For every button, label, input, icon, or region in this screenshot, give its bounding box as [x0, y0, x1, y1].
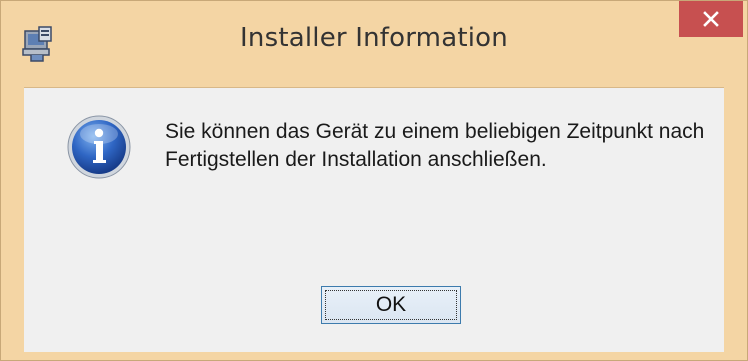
- message-line-1: Sie können das Gerät zu einem beliebigen…: [165, 120, 705, 143]
- title-bar[interactable]: Installer Information: [1, 1, 747, 87]
- close-icon: [703, 11, 719, 27]
- information-icon: [67, 115, 131, 179]
- window-title: Installer Information: [240, 23, 508, 53]
- dialog-content: Sie können das Gerät zu einem beliebigen…: [24, 87, 724, 352]
- ok-button-label: OK: [375, 293, 407, 316]
- ok-button[interactable]: OK: [321, 286, 461, 324]
- close-button[interactable]: [679, 1, 743, 37]
- installer-information-dialog: Installer Information Sie können das Ger…: [0, 0, 748, 361]
- message-line-2: Fertigstellen der Installation anschließ…: [165, 148, 547, 171]
- message-text: Sie können das Gerät zu einem beliebigen…: [165, 118, 715, 174]
